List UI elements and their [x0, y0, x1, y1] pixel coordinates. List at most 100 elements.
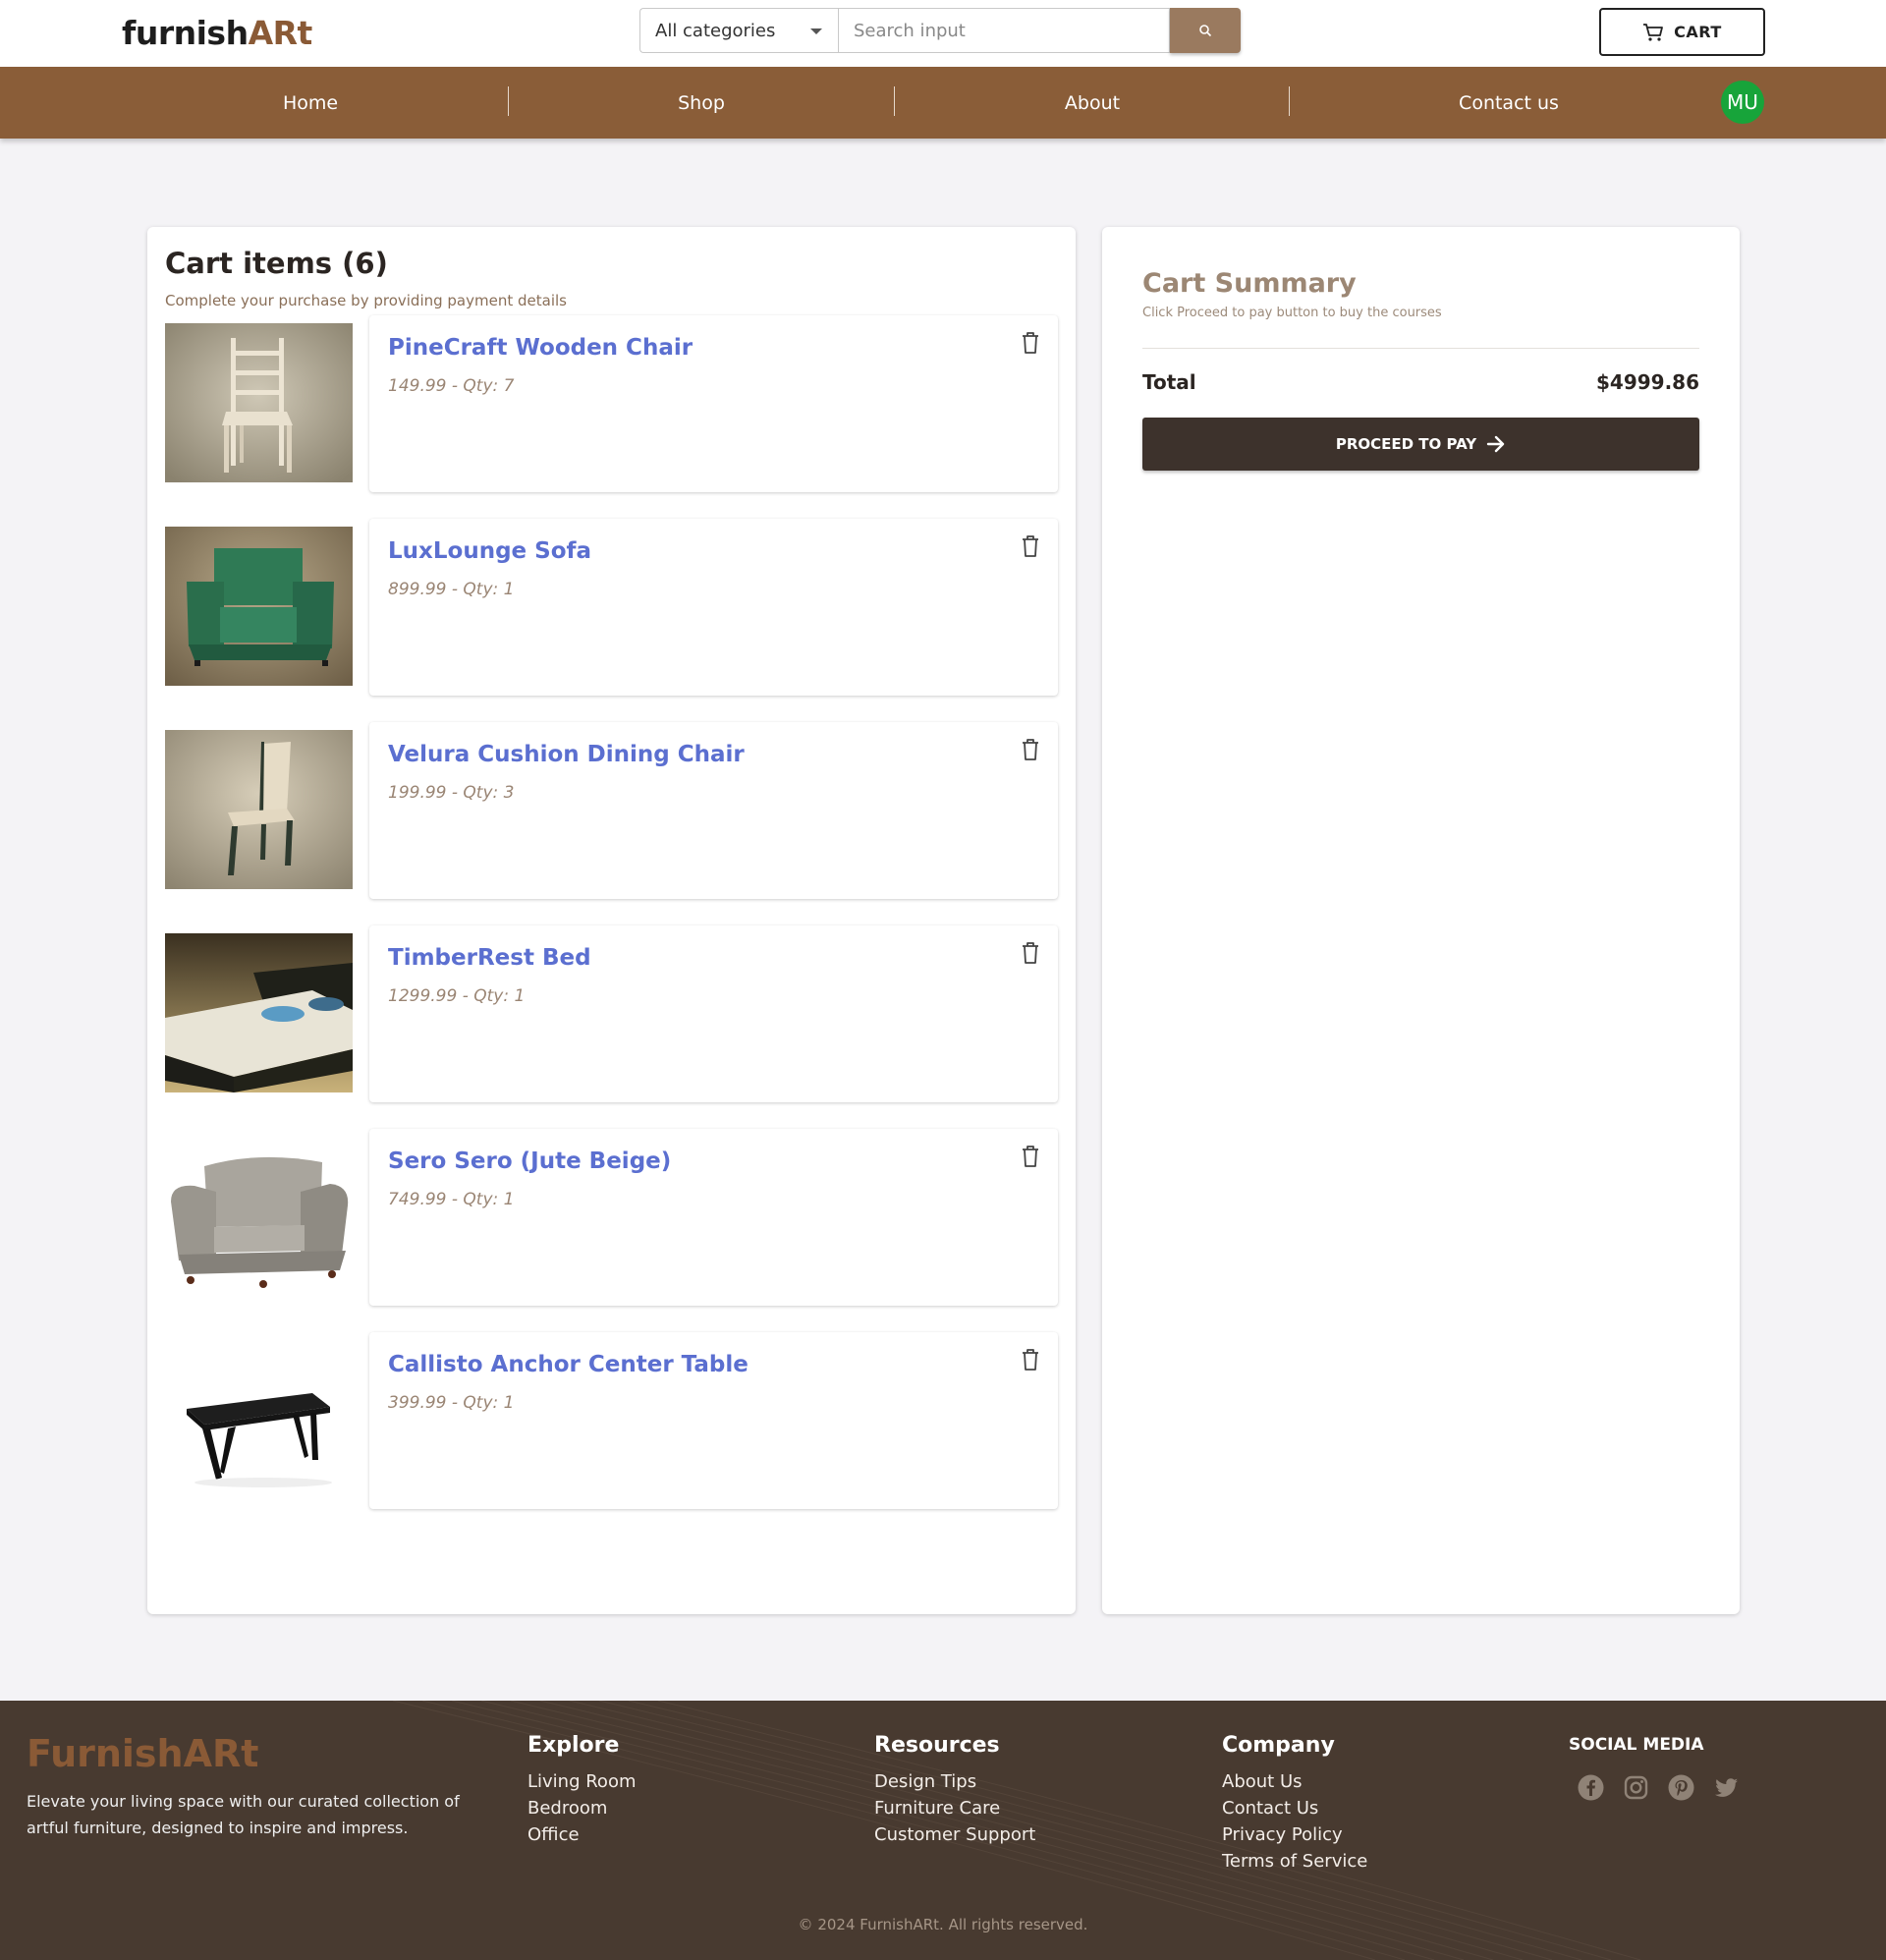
logo-text: furnish — [122, 14, 249, 52]
category-select[interactable]: All categories — [639, 8, 838, 53]
footer-link[interactable]: Office — [527, 1821, 637, 1848]
summary-subtitle: Click Proceed to pay button to buy the c… — [1142, 306, 1442, 320]
top-header: furnishARt All categories CART — [0, 0, 1886, 67]
cart-item: PineCraft Wooden Chair 149.99 - Qty: 7 — [165, 315, 1058, 492]
footer-brand: FurnishARt — [27, 1732, 259, 1775]
cart-item-card: PineCraft Wooden Chair 149.99 - Qty: 7 — [369, 315, 1058, 492]
copyright: © 2024 FurnishARt. All rights reserved. — [798, 1916, 1088, 1933]
cart-button[interactable]: CART — [1599, 8, 1765, 56]
item-name[interactable]: PineCraft Wooden Chair — [388, 335, 693, 361]
divider — [1142, 348, 1699, 349]
item-name[interactable]: Callisto Anchor Center Table — [388, 1352, 749, 1377]
search-button[interactable] — [1170, 8, 1241, 53]
footer-column-company: Company About Us Contact Us Privacy Poli… — [1222, 1733, 1367, 1875]
twitter-icon[interactable] — [1713, 1774, 1740, 1801]
cart-item-card: Velura Cushion Dining Chair 199.99 - Qty… — [369, 722, 1058, 899]
cart-item-card: Callisto Anchor Center Table 399.99 - Qt… — [369, 1332, 1058, 1509]
footer-column-explore: Explore Living Room Bedroom Office — [527, 1733, 637, 1848]
nav-shop[interactable]: Shop — [603, 67, 800, 139]
cart-item-card: Sero Sero (Jute Beige) 749.99 - Qty: 1 — [369, 1129, 1058, 1306]
search-icon — [1199, 25, 1212, 37]
black-table-image — [165, 1340, 353, 1499]
footer-column-title: Resources — [874, 1733, 1000, 1758]
item-name[interactable]: TimberRest Bed — [388, 945, 591, 971]
footer-link[interactable]: About Us — [1222, 1768, 1367, 1795]
bed-image — [165, 933, 353, 1092]
search-input[interactable] — [838, 8, 1170, 53]
item-price-qty: 149.99 - Qty: 7 — [388, 376, 515, 396]
social-media-title: SOCIAL MEDIA — [1569, 1735, 1704, 1755]
pinterest-icon[interactable] — [1668, 1774, 1694, 1801]
item-price-qty: 199.99 - Qty: 3 — [388, 783, 515, 803]
product-image[interactable] — [165, 1340, 353, 1499]
avatar[interactable]: MU — [1721, 81, 1764, 124]
dining-chair-image — [165, 730, 353, 889]
nav-about[interactable]: About — [994, 67, 1191, 139]
item-price-qty: 749.99 - Qty: 1 — [388, 1190, 515, 1209]
trash-icon[interactable] — [1020, 737, 1041, 762]
footer-column-resources: Resources Design Tips Furniture Care Cus… — [874, 1733, 1035, 1848]
trash-icon[interactable] — [1020, 940, 1041, 966]
cart-icon — [1643, 23, 1664, 41]
footer-link[interactable]: Privacy Policy — [1222, 1821, 1367, 1848]
trash-icon[interactable] — [1020, 533, 1041, 559]
instagram-icon[interactable] — [1623, 1774, 1649, 1801]
footer-column-title: Company — [1222, 1733, 1335, 1758]
trash-icon[interactable] — [1020, 1144, 1041, 1169]
trash-icon[interactable] — [1020, 1347, 1041, 1372]
logo-accent: ARt — [248, 14, 313, 52]
cart-item: Sero Sero (Jute Beige) 749.99 - Qty: 1 — [165, 1129, 1058, 1306]
product-image[interactable] — [165, 1137, 353, 1296]
nav-contact[interactable]: Contact us — [1411, 67, 1607, 139]
cart-item: Velura Cushion Dining Chair 199.99 - Qty… — [165, 722, 1058, 899]
product-image[interactable] — [165, 730, 353, 889]
social-icons — [1578, 1774, 1740, 1801]
item-price-qty: 899.99 - Qty: 1 — [388, 580, 515, 599]
cart-items-panel: Cart items (6) Complete your purchase by… — [147, 227, 1076, 1614]
footer-description: Elevate your living space with our curat… — [27, 1792, 460, 1837]
total-value: $4999.86 — [1595, 370, 1699, 394]
footer: FurnishARt Elevate your living space wit… — [0, 1701, 1886, 1960]
cart-subtitle: Complete your purchase by providing paym… — [165, 292, 567, 309]
nav-divider — [1289, 86, 1290, 116]
nav-divider — [894, 86, 895, 116]
trash-icon[interactable] — [1020, 330, 1041, 356]
footer-link[interactable]: Customer Support — [874, 1821, 1035, 1848]
cart-title: Cart items (6) — [165, 247, 388, 280]
green-armchair-image — [165, 527, 353, 686]
item-name[interactable]: Velura Cushion Dining Chair — [388, 742, 745, 767]
footer-column-title: Explore — [527, 1733, 620, 1758]
footer-link[interactable]: Terms of Service — [1222, 1848, 1367, 1875]
beige-armchair-image — [165, 1137, 353, 1296]
cart-item: Callisto Anchor Center Table 399.99 - Qt… — [165, 1332, 1058, 1509]
total-label: Total — [1142, 370, 1196, 394]
proceed-to-pay-button[interactable]: PROCEED TO PAY — [1142, 418, 1699, 471]
cart-summary-panel: Cart Summary Click Proceed to pay button… — [1102, 227, 1740, 1614]
item-name[interactable]: Sero Sero (Jute Beige) — [388, 1148, 671, 1174]
facebook-icon[interactable] — [1578, 1774, 1604, 1801]
wooden-chair-image — [165, 323, 353, 482]
arrow-right-icon — [1486, 435, 1505, 453]
footer-link[interactable]: Living Room — [527, 1768, 637, 1795]
cart-button-label: CART — [1674, 23, 1722, 41]
nav-home[interactable]: Home — [212, 67, 409, 139]
footer-link[interactable]: Design Tips — [874, 1768, 1035, 1795]
footer-link[interactable]: Furniture Care — [874, 1795, 1035, 1821]
item-price-qty: 1299.99 - Qty: 1 — [388, 986, 526, 1006]
chevron-down-icon — [810, 28, 822, 34]
cart-item: LuxLounge Sofa 899.99 - Qty: 1 — [165, 519, 1058, 696]
nav-divider — [508, 86, 509, 116]
item-price-qty: 399.99 - Qty: 1 — [388, 1393, 515, 1413]
category-select-value: All categories — [655, 20, 776, 41]
product-image[interactable] — [165, 527, 353, 686]
main-nav: Home Shop About Contact us MU — [0, 67, 1886, 139]
search-bar: All categories — [639, 8, 1241, 53]
item-name[interactable]: LuxLounge Sofa — [388, 538, 591, 564]
cart-item: TimberRest Bed 1299.99 - Qty: 1 — [165, 925, 1058, 1102]
product-image[interactable] — [165, 933, 353, 1092]
logo[interactable]: furnishARt — [122, 14, 312, 52]
footer-link[interactable]: Bedroom — [527, 1795, 637, 1821]
product-image[interactable] — [165, 323, 353, 482]
summary-title: Cart Summary — [1142, 268, 1357, 299]
footer-link[interactable]: Contact Us — [1222, 1795, 1367, 1821]
